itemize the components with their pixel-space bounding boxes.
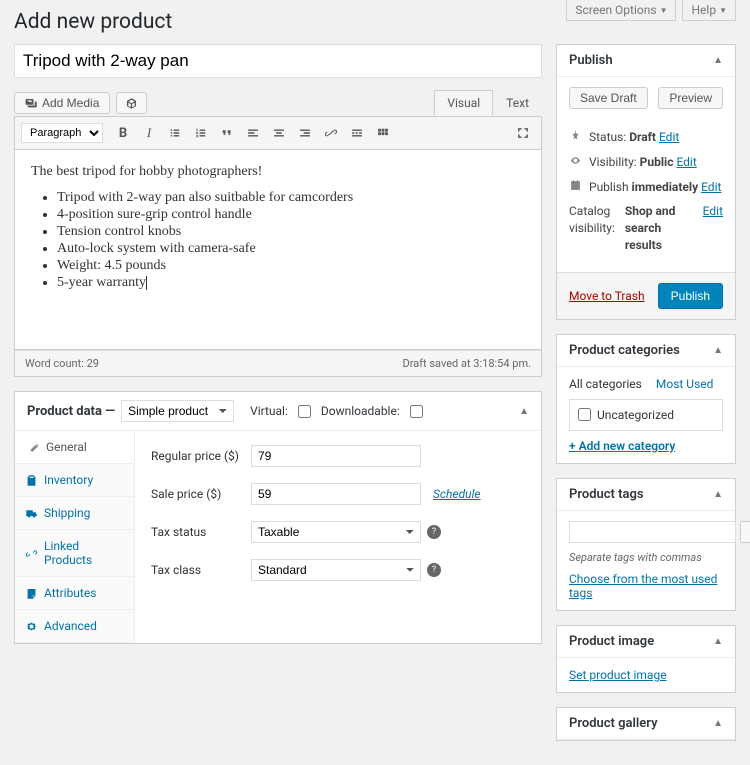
- screen-options-tab[interactable]: Screen Options ▼: [566, 0, 676, 21]
- tax-status-label: Tax status: [151, 525, 251, 539]
- pin-icon: [569, 129, 583, 142]
- bold-button[interactable]: B: [111, 121, 135, 145]
- sale-price-input[interactable]: [251, 483, 421, 505]
- align-right-button[interactable]: [293, 121, 317, 145]
- pd-tab-shipping[interactable]: Shipping: [15, 497, 134, 530]
- cube-icon: [125, 97, 138, 110]
- sale-price-label: Sale price ($): [151, 487, 251, 501]
- save-draft-button[interactable]: Save Draft: [569, 87, 648, 109]
- regular-price-input[interactable]: [251, 445, 421, 467]
- pd-tab-attributes[interactable]: Attributes: [15, 577, 134, 610]
- preview-button[interactable]: Preview: [658, 87, 723, 109]
- eye-icon: [569, 154, 583, 167]
- help-icon[interactable]: ?: [427, 563, 441, 577]
- cat-tab-used[interactable]: Most Used: [656, 377, 714, 391]
- tab-visual[interactable]: Visual: [434, 90, 493, 116]
- add-new-category-link[interactable]: + Add new category: [569, 439, 675, 453]
- add-media-button[interactable]: Add Media: [14, 92, 110, 114]
- toolbar-toggle-button[interactable]: [371, 121, 395, 145]
- virtual-label: Virtual:: [250, 404, 288, 418]
- pd-tab-general[interactable]: General: [15, 431, 134, 464]
- calendar-icon: [569, 179, 583, 192]
- help-icon[interactable]: ?: [427, 525, 441, 539]
- product-type-select[interactable]: Simple product: [121, 400, 234, 422]
- tax-status-select[interactable]: Taxable: [251, 521, 421, 543]
- quote-button[interactable]: [215, 121, 239, 145]
- cat-tab-all[interactable]: All categories: [569, 377, 642, 391]
- product-image-title: Product image: [569, 634, 654, 649]
- align-center-button[interactable]: [267, 121, 291, 145]
- link-icon: [25, 547, 38, 560]
- tags-toggle[interactable]: ▲: [713, 489, 723, 500]
- product-data-title: Product data —: [27, 404, 115, 419]
- regular-price-label: Regular price ($): [151, 449, 251, 463]
- set-product-image-link[interactable]: Set product image: [569, 668, 667, 682]
- pd-tab-advanced[interactable]: Advanced: [15, 610, 134, 643]
- bullet-list-button[interactable]: [163, 121, 187, 145]
- word-count: Word count: 29: [25, 357, 99, 370]
- product-gallery-toggle[interactable]: ▲: [713, 718, 723, 729]
- autosave-status: Draft saved at 3:18:54 pm.: [403, 357, 531, 370]
- media-icon: [25, 97, 38, 110]
- edit-visibility-link[interactable]: Edit: [676, 155, 696, 169]
- publish-button[interactable]: Publish: [658, 283, 723, 309]
- wrench-icon: [27, 441, 40, 454]
- format-select[interactable]: Paragraph: [21, 123, 103, 143]
- publish-toggle[interactable]: ▲: [713, 55, 723, 66]
- categories-toggle[interactable]: ▲: [713, 345, 723, 356]
- editor-toolbar: Paragraph B I: [14, 116, 542, 150]
- pd-tab-linked[interactable]: Linked Products: [15, 530, 134, 577]
- fullscreen-button[interactable]: [511, 121, 535, 145]
- tab-text[interactable]: Text: [493, 90, 542, 116]
- downloadable-label: Downloadable:: [321, 404, 400, 418]
- truck-icon: [25, 507, 38, 520]
- product-image-toggle[interactable]: ▲: [713, 636, 723, 647]
- product-data-toggle[interactable]: ▲: [519, 406, 529, 417]
- product-gallery-title: Product gallery: [569, 716, 658, 731]
- tags-hint: Separate tags with commas: [569, 551, 723, 564]
- edit-catalog-link[interactable]: Edit: [703, 203, 723, 220]
- align-left-button[interactable]: [241, 121, 265, 145]
- uncategorized-label: Uncategorized: [597, 408, 674, 422]
- move-to-trash-link[interactable]: Move to Trash: [569, 289, 645, 303]
- woo-insert-button[interactable]: [116, 92, 147, 114]
- link-button[interactable]: [319, 121, 343, 145]
- pd-tab-inventory[interactable]: Inventory: [15, 464, 134, 497]
- tags-title: Product tags: [569, 487, 644, 502]
- edit-status-link[interactable]: Edit: [659, 130, 679, 144]
- number-list-button[interactable]: [189, 121, 213, 145]
- publish-title: Publish: [569, 53, 613, 68]
- editor-content[interactable]: The best tripod for hobby photographers!…: [14, 150, 542, 350]
- downloadable-checkbox[interactable]: [410, 405, 423, 418]
- tax-class-select[interactable]: Standard: [251, 559, 421, 581]
- edit-publish-link[interactable]: Edit: [701, 180, 721, 194]
- choose-tags-link[interactable]: Choose from the most used tags: [569, 572, 717, 600]
- categories-title: Product categories: [569, 343, 680, 358]
- italic-button[interactable]: I: [137, 121, 161, 145]
- product-title-input[interactable]: [14, 44, 542, 78]
- gear-icon: [25, 620, 38, 633]
- tax-class-label: Tax class: [151, 563, 251, 577]
- readmore-button[interactable]: [345, 121, 369, 145]
- schedule-link[interactable]: Schedule: [433, 487, 481, 501]
- tags-input[interactable]: [569, 521, 736, 543]
- help-tab[interactable]: Help ▼: [682, 0, 736, 21]
- virtual-checkbox[interactable]: [298, 405, 311, 418]
- uncategorized-checkbox[interactable]: [578, 408, 591, 421]
- tags-add-button[interactable]: Add: [740, 521, 750, 543]
- note-icon: [25, 587, 38, 600]
- clipboard-icon: [25, 474, 38, 487]
